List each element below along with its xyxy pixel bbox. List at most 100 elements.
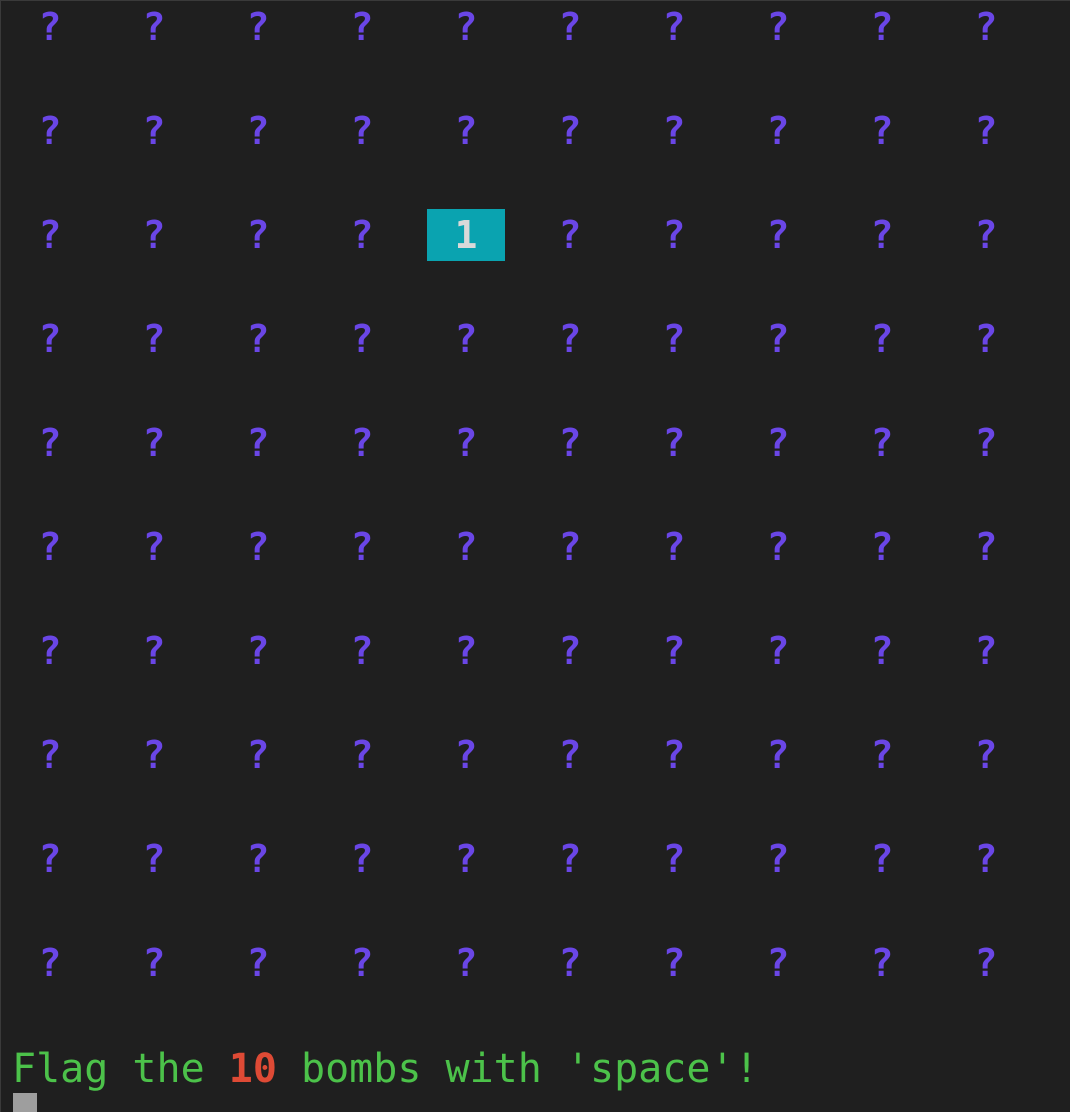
hidden-cell[interactable]: ? [843,209,921,261]
hidden-cell[interactable]: ? [947,521,1025,573]
hidden-cell[interactable]: ? [531,833,609,885]
hidden-cell[interactable]: ? [427,625,505,677]
hidden-cell[interactable]: ? [531,729,609,781]
hidden-cell[interactable]: ? [635,833,713,885]
hidden-cell[interactable]: ? [323,937,401,989]
hidden-cell[interactable]: ? [219,417,297,469]
hidden-cell[interactable]: ? [219,729,297,781]
hidden-cell[interactable]: ? [11,521,89,573]
hidden-cell[interactable]: ? [739,937,817,989]
hidden-cell[interactable]: ? [115,625,193,677]
hidden-cell[interactable]: ? [531,313,609,365]
hidden-cell[interactable]: ? [11,833,89,885]
hidden-cell[interactable]: ? [635,729,713,781]
hidden-cell[interactable]: ? [427,937,505,989]
hidden-cell[interactable]: ? [11,625,89,677]
hidden-cell[interactable]: ? [947,417,1025,469]
hidden-cell[interactable]: ? [739,313,817,365]
hidden-cell[interactable]: ? [427,521,505,573]
hidden-cell[interactable]: ? [739,833,817,885]
hidden-cell[interactable]: ? [739,105,817,157]
hidden-cell[interactable]: ? [947,105,1025,157]
hidden-cell[interactable]: ? [635,209,713,261]
hidden-cell[interactable]: ? [843,1,921,53]
hidden-cell[interactable]: ? [739,209,817,261]
hidden-cell[interactable]: ? [843,105,921,157]
hidden-cell[interactable]: ? [115,729,193,781]
hidden-cell[interactable]: ? [219,105,297,157]
hidden-cell[interactable]: ? [635,1,713,53]
hidden-cell[interactable]: ? [947,729,1025,781]
hidden-cell[interactable]: ? [531,417,609,469]
hidden-cell[interactable]: ? [739,1,817,53]
hidden-cell[interactable]: ? [11,417,89,469]
hidden-cell[interactable]: ? [843,417,921,469]
hidden-cell[interactable]: ? [219,625,297,677]
hidden-cell[interactable]: ? [323,521,401,573]
hidden-cell[interactable]: ? [635,521,713,573]
hidden-cell[interactable]: ? [219,937,297,989]
hidden-cell[interactable]: ? [739,521,817,573]
hidden-cell[interactable]: ? [11,105,89,157]
hidden-cell[interactable]: ? [843,937,921,989]
hidden-cell[interactable]: ? [219,1,297,53]
hidden-cell[interactable]: ? [531,521,609,573]
revealed-cell[interactable]: 1 [427,209,505,261]
hidden-cell[interactable]: ? [843,313,921,365]
hidden-cell[interactable]: ? [115,521,193,573]
hidden-cell[interactable]: ? [635,417,713,469]
hidden-cell[interactable]: ? [739,625,817,677]
minesweeper-board[interactable]: ???????????????????????? 1???????????????… [11,1,1051,1041]
hidden-cell[interactable]: ? [635,105,713,157]
hidden-cell[interactable]: ? [947,313,1025,365]
hidden-cell[interactable]: ? [115,105,193,157]
hidden-cell[interactable]: ? [947,1,1025,53]
hidden-cell[interactable]: ? [947,937,1025,989]
hidden-cell[interactable]: ? [427,105,505,157]
hidden-cell[interactable]: ? [323,105,401,157]
hidden-cell[interactable]: ? [219,209,297,261]
hidden-cell[interactable]: ? [843,521,921,573]
hidden-cell[interactable]: ? [531,209,609,261]
hidden-cell[interactable]: ? [323,833,401,885]
hidden-cell[interactable]: ? [531,625,609,677]
hidden-cell[interactable]: ? [531,105,609,157]
hidden-cell[interactable]: ? [219,313,297,365]
hidden-cell[interactable]: ? [427,417,505,469]
hidden-cell[interactable]: ? [739,417,817,469]
hidden-cell[interactable]: ? [323,1,401,53]
hidden-cell[interactable]: ? [843,625,921,677]
hidden-cell[interactable]: ? [947,209,1025,261]
hidden-cell[interactable]: ? [427,833,505,885]
hidden-cell[interactable]: ? [635,313,713,365]
hidden-cell[interactable]: ? [843,833,921,885]
hidden-cell[interactable]: ? [427,1,505,53]
hidden-cell[interactable]: ? [11,209,89,261]
hidden-cell[interactable]: ? [323,625,401,677]
hidden-cell[interactable]: ? [11,937,89,989]
hidden-cell[interactable]: ? [115,1,193,53]
hidden-cell[interactable]: ? [635,937,713,989]
hidden-cell[interactable]: ? [11,1,89,53]
hidden-cell[interactable]: ? [115,937,193,989]
hidden-cell[interactable]: ? [739,729,817,781]
hidden-cell[interactable]: ? [427,729,505,781]
hidden-cell[interactable]: ? [323,417,401,469]
hidden-cell[interactable]: ? [531,1,609,53]
hidden-cell[interactable]: ? [635,625,713,677]
hidden-cell[interactable]: ? [323,313,401,365]
hidden-cell[interactable]: ? [323,729,401,781]
hidden-cell[interactable]: ? [11,313,89,365]
hidden-cell[interactable]: ? [947,833,1025,885]
hidden-cell[interactable]: ? [427,313,505,365]
hidden-cell[interactable]: ? [323,209,401,261]
hidden-cell[interactable]: ? [219,833,297,885]
hidden-cell[interactable]: ? [115,833,193,885]
hidden-cell[interactable]: ? [115,417,193,469]
hidden-cell[interactable]: ? [843,729,921,781]
hidden-cell[interactable]: ? [115,313,193,365]
hidden-cell[interactable]: ? [947,625,1025,677]
hidden-cell[interactable]: ? [115,209,193,261]
hidden-cell[interactable]: ? [11,729,89,781]
hidden-cell[interactable]: ? [531,937,609,989]
